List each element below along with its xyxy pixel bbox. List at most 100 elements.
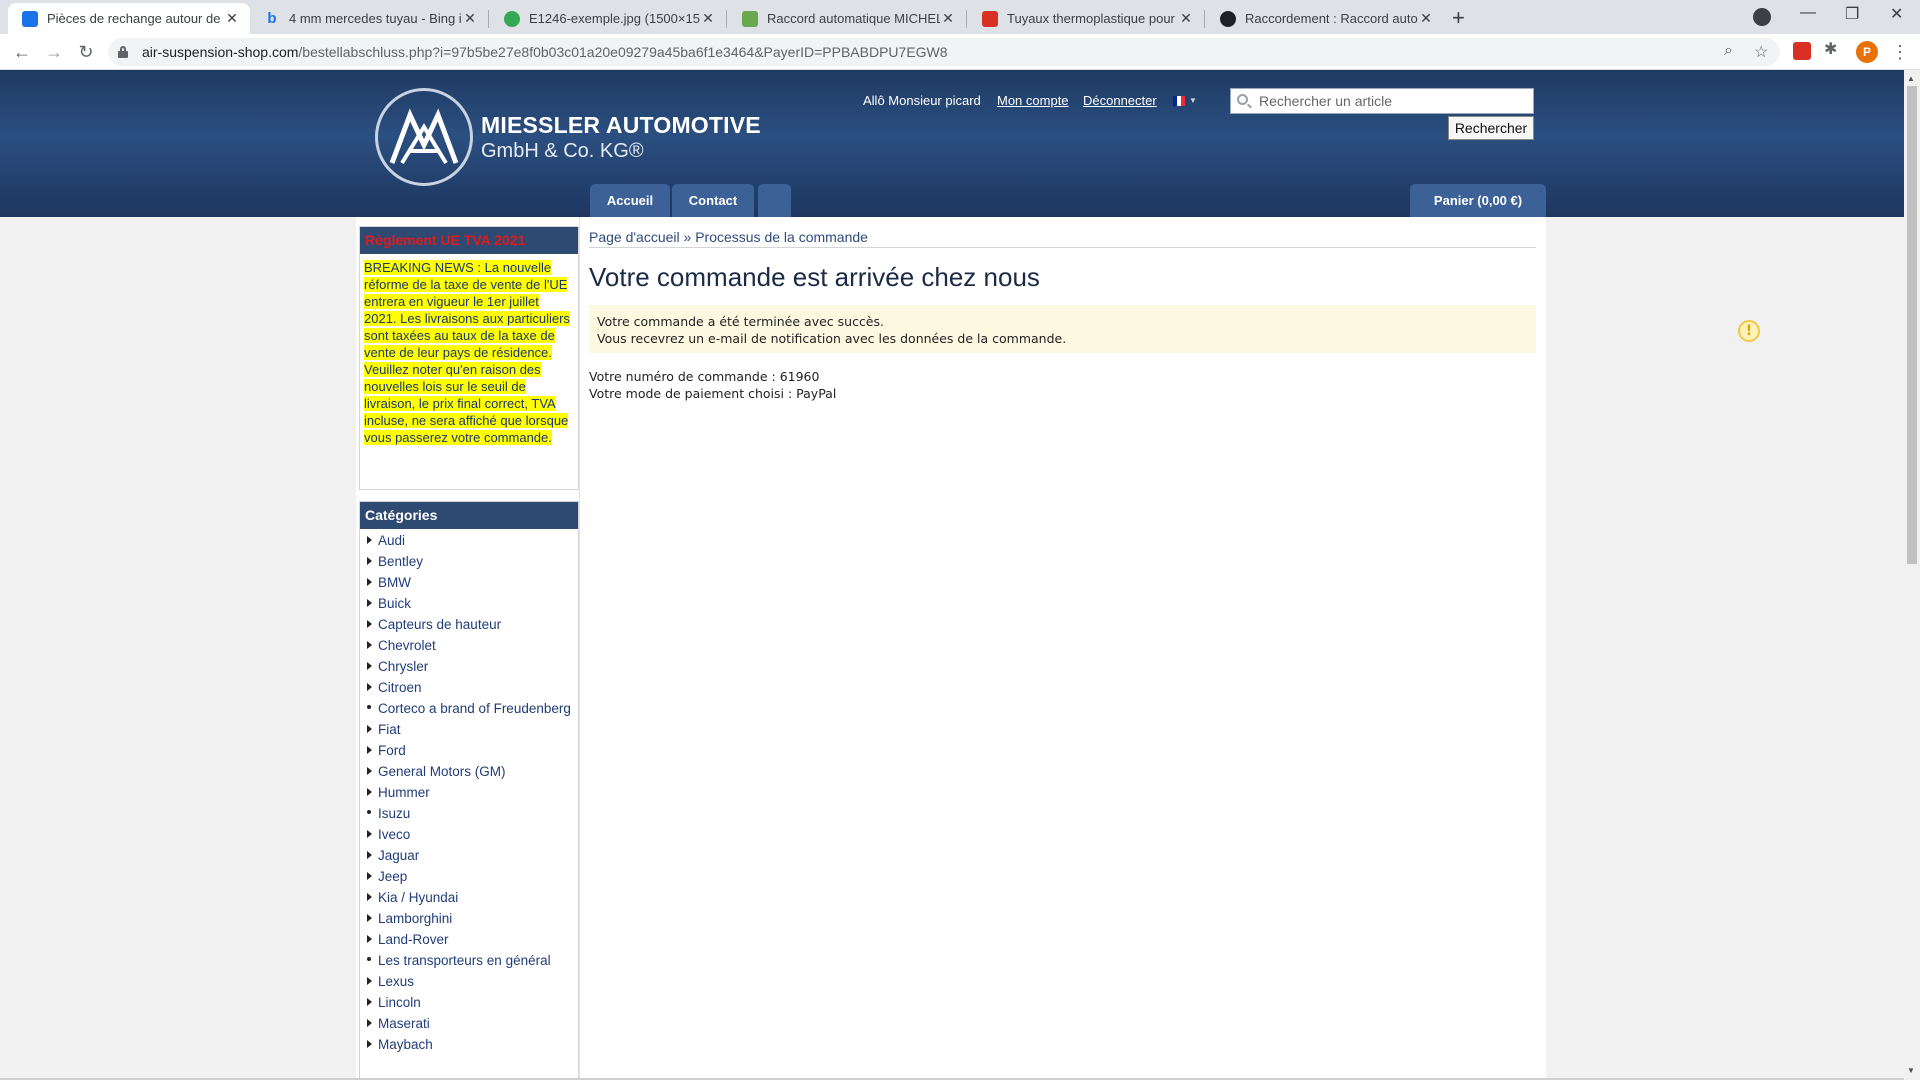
success-notice: Votre commande a été terminée avec succè…: [589, 305, 1760, 353]
close-tab-icon[interactable]: ✕: [940, 10, 956, 27]
breadcrumb-separator: »: [683, 229, 692, 245]
category-link[interactable]: Capteurs de hauteur: [364, 616, 574, 633]
brand-subtitle: GmbH & Co. KG®: [481, 140, 644, 162]
category-link[interactable]: Hummer: [364, 784, 574, 801]
zoom-icon[interactable]: ⌕: [1724, 42, 1733, 60]
image-favicon-icon: [742, 10, 758, 27]
minimize-icon[interactable]: —: [1800, 4, 1816, 22]
language-dropdown-icon[interactable]: ▼: [1189, 96, 1197, 105]
search-button[interactable]: Rechercher: [1448, 116, 1534, 140]
back-icon[interactable]: ←: [10, 40, 34, 64]
lock-icon[interactable]: [118, 46, 128, 58]
notice-line-2: Vous recevrez un e-mail de notification …: [597, 331, 1067, 346]
search-field[interactable]: [1230, 88, 1534, 114]
tab-title: Tuyaux thermoplastique pour air: [1007, 11, 1178, 26]
column-divider: [579, 217, 580, 1080]
close-tab-icon[interactable]: ✕: [1178, 10, 1194, 27]
breadcrumb: Page d'accueil » Processus de la command…: [589, 229, 868, 245]
category-link[interactable]: Lamborghini: [364, 910, 574, 927]
payment-method: Votre mode de paiement choisi : PayPal: [589, 386, 837, 401]
search-input[interactable]: [1259, 92, 1529, 110]
site-favicon-icon: [22, 10, 38, 27]
reload-icon[interactable]: ↻: [74, 40, 98, 64]
nav-tab-contact[interactable]: Contact: [672, 184, 754, 217]
bookmark-star-icon[interactable]: ☆: [1754, 42, 1768, 62]
tab-title: Pièces de rechange autour de la: [47, 11, 224, 26]
extensions-puzzle-icon[interactable]: ✱: [1824, 39, 1842, 58]
url-text[interactable]: air-suspension-shop.com/bestellabschluss…: [142, 44, 948, 60]
category-link[interactable]: Iveco: [364, 826, 574, 843]
tab-title: E1246-exemple.jpg (1500×1500): [529, 11, 700, 26]
page-content: Règlement UE TVA 2021 BREAKING NEWS : La…: [356, 217, 1760, 1080]
close-tab-icon[interactable]: ✕: [1418, 10, 1434, 27]
browser-tab[interactable]: Raccordement : Raccord auto-blo ✕: [1206, 3, 1444, 34]
restore-icon[interactable]: ❐: [1845, 4, 1859, 24]
scroll-down-icon[interactable]: ▼: [1907, 1066, 1915, 1075]
category-link[interactable]: Citroen: [364, 679, 574, 696]
nav-tab-empty[interactable]: [758, 184, 791, 217]
category-link[interactable]: Chevrolet: [364, 637, 574, 654]
category-link[interactable]: General Motors (GM): [364, 763, 574, 780]
category-link[interactable]: Isuzu: [364, 805, 574, 822]
category-link[interactable]: Land-Rover: [364, 931, 574, 948]
site-header: MIESSLER AUTOMOTIVE GmbH & Co. KG® Allô …: [0, 70, 1920, 217]
account-link[interactable]: Mon compte: [997, 93, 1069, 108]
category-link[interactable]: Jeep: [364, 868, 574, 885]
category-link[interactable]: BMW: [364, 574, 574, 591]
category-link[interactable]: Chrysler: [364, 658, 574, 675]
news-paragraph-1: BREAKING NEWS : La nouvelle réforme de l…: [364, 260, 570, 360]
category-list: Audi Bentley BMW Buick Capteurs de hauteur Ch…: [360, 529, 578, 1053]
category-link[interactable]: Les transporteurs en général: [364, 952, 574, 969]
close-tab-icon[interactable]: ✕: [700, 10, 716, 27]
logout-link[interactable]: Déconnecter: [1083, 93, 1157, 108]
language-flag-icon[interactable]: [1173, 96, 1185, 106]
browser-tab[interactable]: Raccord automatique MICHELIN ✕: [728, 3, 966, 34]
breadcrumb-home-link[interactable]: Page d'accueil: [589, 229, 680, 245]
profile-avatar[interactable]: P: [1856, 41, 1878, 63]
category-link[interactable]: Corteco a brand of Freudenberg: [364, 700, 574, 717]
scroll-up-icon[interactable]: ▲: [1907, 74, 1915, 83]
browser-tab[interactable]: E1246-exemple.jpg (1500×1500) ✕: [490, 3, 726, 34]
order-details: Votre numéro de commande : 61960 Votre m…: [589, 368, 836, 402]
forward-icon[interactable]: →: [42, 40, 66, 64]
category-link[interactable]: Kia / Hyundai: [364, 889, 574, 906]
category-link[interactable]: Fiat: [364, 721, 574, 738]
browser-tab[interactable]: b 4 mm mercedes tuyau - Bing ima ✕: [250, 3, 488, 34]
category-link[interactable]: Maserati: [364, 1015, 574, 1032]
category-link[interactable]: Lexus: [364, 973, 574, 990]
close-window-icon[interactable]: ✕: [1890, 4, 1903, 24]
category-link[interactable]: Lincoln: [364, 994, 574, 1011]
category-link[interactable]: Maybach: [364, 1036, 574, 1053]
nav-tab-home[interactable]: Accueil: [590, 184, 670, 217]
category-link[interactable]: Ford: [364, 742, 574, 759]
tab-search-icon[interactable]: [1753, 8, 1771, 26]
browser-tab-active[interactable]: Pièces de rechange autour de la ✕: [8, 3, 250, 34]
shield-favicon-icon: [982, 10, 998, 27]
browser-tab-bar: Pièces de rechange autour de la ✕ b 4 mm…: [0, 0, 1920, 34]
tab-separator: [726, 10, 727, 28]
browser-menu-icon[interactable]: ⋮: [1888, 40, 1912, 64]
notice-line-1: Votre commande a été terminée avec succè…: [597, 314, 884, 329]
category-link[interactable]: Jaguar: [364, 847, 574, 864]
new-tab-icon[interactable]: +: [1452, 5, 1465, 31]
close-tab-icon[interactable]: ✕: [224, 10, 240, 27]
pdf-extension-icon[interactable]: [1793, 42, 1811, 60]
breadcrumb-current-link[interactable]: Processus de la commande: [695, 229, 868, 245]
scrollbar-thumb[interactable]: [1907, 86, 1917, 564]
tab-title: Raccordement : Raccord auto-blo: [1245, 11, 1418, 26]
categories-box: Catégories Audi Bentley BMW Buick Capteurs d…: [359, 501, 579, 1080]
url-domain: air-suspension-shop.com: [142, 44, 299, 60]
info-exclamation-icon: !: [1738, 320, 1760, 342]
browser-tab[interactable]: Tuyaux thermoplastique pour air ✕: [968, 3, 1204, 34]
category-link[interactable]: Audi: [364, 532, 574, 549]
cart-button[interactable]: Panier (0,00 €): [1410, 184, 1546, 217]
category-link[interactable]: Buick: [364, 595, 574, 612]
url-path: /bestellabschluss.php?i=97b5be27e8f0b03c…: [298, 44, 948, 60]
brand-name: MIESSLER AUTOMOTIVE: [481, 112, 761, 138]
close-tab-icon[interactable]: ✕: [462, 10, 478, 27]
category-link[interactable]: Bentley: [364, 553, 574, 570]
tab-separator: [1204, 10, 1205, 28]
news-paragraph-2: Veuillez noter qu'en raison des nouvelle…: [364, 362, 569, 445]
company-logo[interactable]: [375, 88, 473, 186]
address-bar[interactable]: air-suspension-shop.com/bestellabschluss…: [108, 38, 1780, 66]
